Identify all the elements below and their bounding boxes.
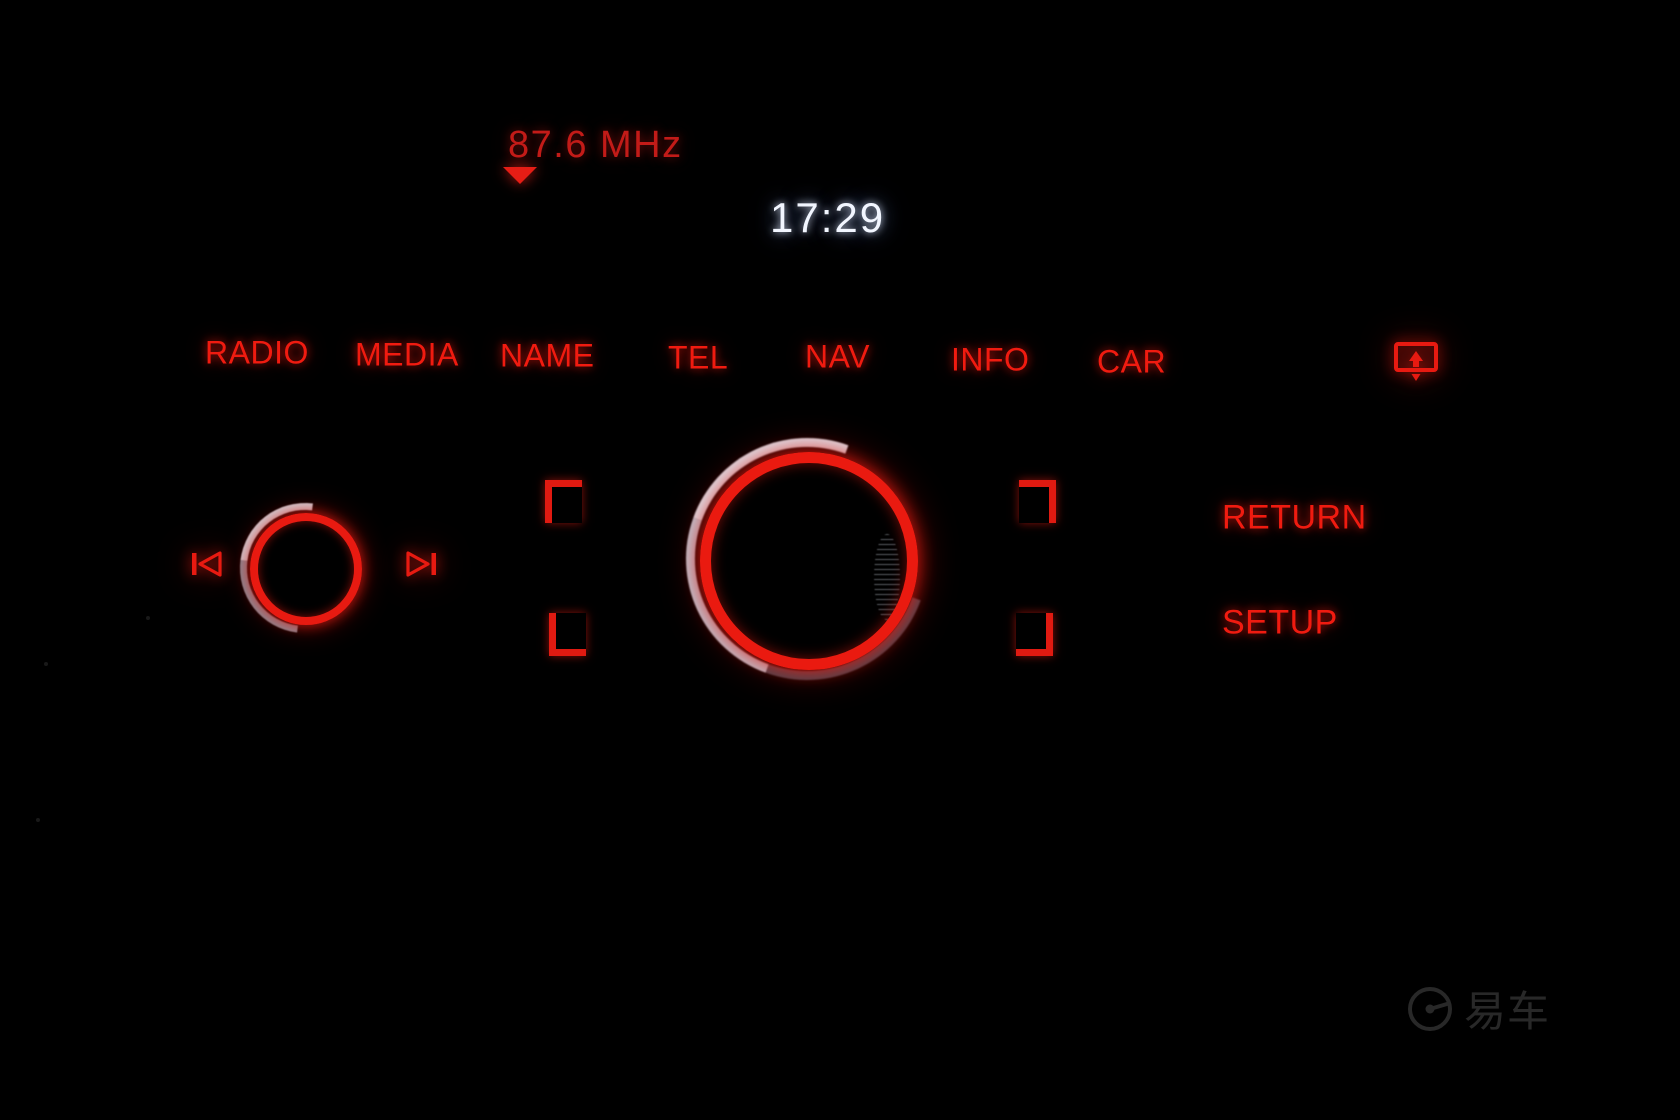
yiche-circle-logo bbox=[1408, 986, 1452, 1031]
bracket-bottom-right bbox=[1016, 613, 1053, 656]
left-knob-illuminated-ring bbox=[250, 513, 362, 625]
tuning-marker-triangle-icon bbox=[503, 167, 537, 184]
menu-button-name[interactable]: NAME bbox=[500, 338, 594, 375]
lens-speck bbox=[36, 818, 40, 822]
volume-tuning-knob[interactable] bbox=[213, 476, 397, 660]
bracket-top-right bbox=[1019, 480, 1056, 523]
radio-frequency-readout: 87.6 MHz bbox=[508, 124, 683, 166]
return-button[interactable]: RETURN bbox=[1222, 499, 1367, 538]
watermark: 易车 bbox=[1406, 978, 1550, 1039]
mmi-control-panel: 87.6 MHz 17:29 RADIO MEDIA NAME TEL NAV … bbox=[0, 0, 1680, 1120]
skip-next-button[interactable] bbox=[402, 545, 440, 588]
center-knob-illuminated-ring bbox=[700, 452, 918, 670]
lens-speck bbox=[44, 662, 48, 666]
menu-button-nav[interactable]: NAV bbox=[805, 339, 870, 376]
lens-speck bbox=[146, 616, 150, 620]
menu-button-car[interactable]: CAR bbox=[1097, 344, 1166, 381]
clock-display: 17:29 bbox=[770, 194, 886, 241]
bracket-top-left bbox=[545, 480, 582, 523]
menu-button-media[interactable]: MEDIA bbox=[355, 337, 459, 374]
menu-button-tel[interactable]: TEL bbox=[668, 340, 728, 377]
eject-media-icon[interactable] bbox=[1393, 341, 1439, 381]
skip-previous-button[interactable] bbox=[188, 545, 226, 588]
menu-button-info[interactable]: INFO bbox=[951, 342, 1029, 379]
watermark-text: 易车 bbox=[1464, 987, 1551, 1036]
menu-button-radio[interactable]: RADIO bbox=[205, 335, 309, 372]
bracket-bottom-left bbox=[549, 613, 586, 656]
mmi-rotary-selector-knob[interactable] bbox=[646, 398, 968, 720]
setup-button[interactable]: SETUP bbox=[1222, 604, 1338, 643]
